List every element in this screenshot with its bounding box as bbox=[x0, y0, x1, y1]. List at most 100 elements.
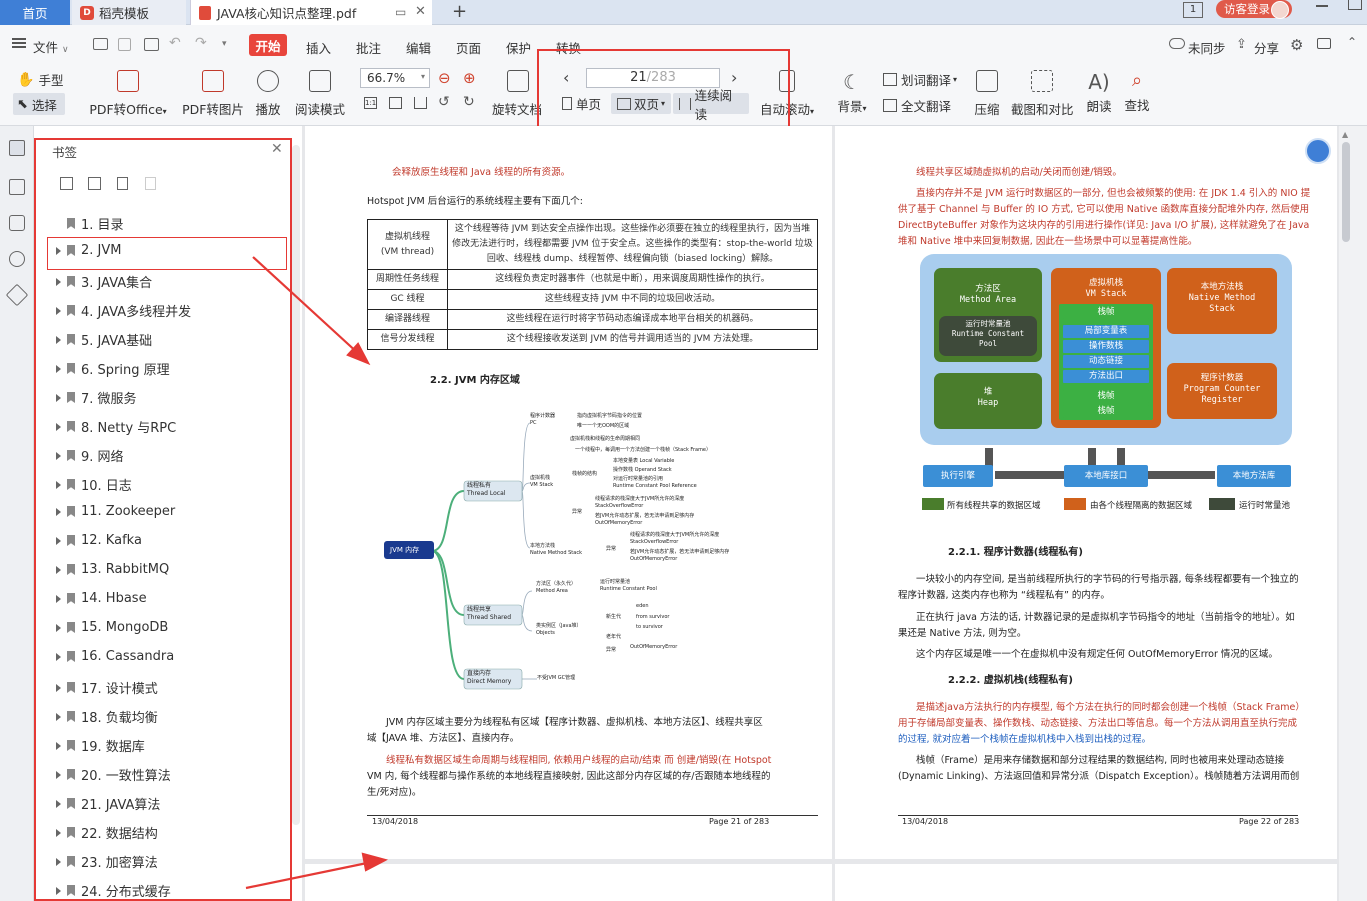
pdf-to-image-button[interactable]: PDF转图片 bbox=[182, 70, 244, 118]
fit-page-icon[interactable] bbox=[389, 97, 402, 109]
mindmap-frame-item: 操作数栈 Operand Stack bbox=[613, 467, 672, 473]
zoom-out-icon[interactable]: ⊖ bbox=[438, 69, 451, 87]
fit-width-icon[interactable] bbox=[414, 97, 427, 109]
rotate-doc-icon bbox=[507, 70, 529, 92]
read-aloud-button[interactable]: A) 朗读 bbox=[1084, 70, 1114, 115]
left-icon-strip bbox=[0, 126, 34, 901]
minimize-icon[interactable] bbox=[1316, 5, 1328, 7]
thumbnail-icon[interactable] bbox=[9, 179, 25, 195]
annotation-highlight-box bbox=[537, 49, 790, 128]
attachment-icon[interactable] bbox=[9, 251, 25, 267]
avatar[interactable] bbox=[1271, 1, 1289, 19]
read-mode-button[interactable]: 阅读模式 bbox=[294, 70, 346, 118]
print-icon[interactable] bbox=[144, 38, 159, 51]
bookmark-scrollbar[interactable] bbox=[292, 145, 300, 825]
table-row: GC 线程 这些线程支持 JVM 中不同的垃圾回收活动。 bbox=[367, 289, 818, 310]
hand-tool[interactable]: ✋ 手型 bbox=[17, 70, 63, 89]
zoom-in-icon[interactable]: ⊕ bbox=[463, 69, 476, 87]
hamburger-icon[interactable] bbox=[12, 38, 26, 48]
native-interface-label: 本地库接口 bbox=[1084, 471, 1128, 481]
tab-restore-icon[interactable]: ▭ bbox=[395, 5, 406, 19]
mindmap-exception-label: 异常 bbox=[572, 509, 583, 515]
word-translate-button[interactable]: 划词翻译 ▾ bbox=[883, 70, 957, 89]
share-button[interactable]: 分享 bbox=[1254, 38, 1279, 57]
page-24 bbox=[835, 864, 1337, 901]
mindmap-heap-exception: 异常 bbox=[606, 647, 617, 653]
legend-swatch-rcp bbox=[1209, 498, 1235, 510]
settings-gear-icon[interactable]: ⚙ bbox=[1290, 36, 1303, 54]
mindmap-frame-item: 对运行时常量池的引用 Runtime Constant Pool Referen… bbox=[613, 476, 697, 489]
hand-icon: ✋ bbox=[17, 71, 35, 88]
table-row: 信号分发线程 这个线程接收发送到 JVM 的信号并调用适当的 JVM 方法处理。 bbox=[367, 329, 818, 350]
menu-edit[interactable]: 编辑 bbox=[406, 38, 431, 57]
full-translate-button[interactable]: 全文翻译 bbox=[883, 96, 951, 115]
feedback-icon[interactable] bbox=[1317, 38, 1331, 49]
actual-size-icon[interactable]: 1:1 bbox=[364, 97, 377, 109]
mindmap-nms-exception: 异常 bbox=[606, 546, 617, 552]
tab-template[interactable]: D 稻壳模板 bbox=[72, 0, 186, 25]
pc-register-box: 程序计数器 Program Counter Register bbox=[1167, 363, 1277, 419]
find-button[interactable]: ⌕ 查找 bbox=[1122, 70, 1152, 114]
text-line: VM 内, 每个线程都与操作系统的本地线程直接映射, 因此这部分内存区域的存/否… bbox=[367, 771, 771, 782]
menu-page[interactable]: 页面 bbox=[456, 38, 481, 57]
select-tool[interactable]: ⬉ 选择 bbox=[13, 93, 65, 115]
annotation-jvm-box bbox=[47, 237, 287, 270]
text-line: 堆和 Native 堆中来回复制数据, 因此在一些场景中可以显著提高性能。 bbox=[898, 236, 1198, 247]
bookmark-panel-icon[interactable] bbox=[9, 140, 25, 156]
open-folder-icon[interactable] bbox=[93, 38, 108, 50]
rotate-left-icon[interactable]: ↺ bbox=[438, 94, 450, 110]
scroll-thumb[interactable] bbox=[1342, 142, 1350, 242]
new-tab-icon[interactable]: + bbox=[452, 1, 467, 22]
tab-home[interactable]: 首页 bbox=[0, 0, 70, 25]
background-button[interactable]: ☾ 背景▾ bbox=[834, 70, 870, 115]
heap-label: 堆 Heap bbox=[977, 387, 999, 408]
rcp-label: 运行时常量池 Runtime Constant Pool bbox=[951, 319, 1025, 348]
menu-protect[interactable]: 保护 bbox=[506, 38, 531, 57]
menu-file-label: 文件 bbox=[33, 40, 59, 55]
heap-box: 堆 Heap bbox=[934, 373, 1042, 429]
tab-close-icon[interactable]: ✕ bbox=[415, 4, 426, 19]
mindmap-frame-label: 栈帧的结构 bbox=[572, 471, 598, 477]
floating-tool-button[interactable] bbox=[1305, 138, 1331, 164]
tab-pdf-document[interactable]: JAVA核心知识点整理.pdf ▭ ✕ bbox=[190, 0, 432, 25]
mindmap-shared-label: 线程共享 Thread Shared bbox=[467, 606, 512, 621]
menu-insert[interactable]: 插入 bbox=[306, 38, 331, 57]
text-line: 的过程, 就对应着一个栈帧在虚拟机栈中入栈到出栈的过程。 bbox=[898, 734, 1152, 745]
cloud-icon bbox=[1169, 38, 1185, 49]
text-line: DirectByteBuffer 对象作为这块内存的引用进行操作(详见: Jav… bbox=[898, 220, 1310, 231]
comment-icon[interactable] bbox=[9, 215, 25, 231]
native-stack-box: 本地方法栈 Native Method Stack bbox=[1167, 268, 1277, 334]
sync-status[interactable]: 未同步 bbox=[1188, 38, 1226, 57]
tab-count-icon[interactable]: 1 bbox=[1183, 2, 1203, 18]
menu-start[interactable]: 开始 bbox=[249, 34, 287, 56]
legend-shared: 所有线程共享的数据区域 bbox=[947, 501, 1041, 511]
save-icon[interactable] bbox=[118, 38, 131, 51]
legend-isolated: 由各个线程隔离的数据区域 bbox=[1090, 501, 1193, 511]
hand-label: 手型 bbox=[38, 73, 64, 88]
mindmap-direct-label: 直接内存 Direct Memory bbox=[467, 670, 512, 685]
zoom-select[interactable]: 66.7% ▾ bbox=[360, 68, 430, 88]
screenshot-compare-button[interactable]: 截图和对比 bbox=[1011, 70, 1074, 118]
collapse-ribbon-icon[interactable]: ⌃ bbox=[1347, 35, 1357, 49]
menu-annotate[interactable]: 批注 bbox=[356, 38, 381, 57]
text-line: 正在执行 java 方法的话, 计数器记录的是虚拟机字节码指令的地址（当前指令的… bbox=[916, 612, 1295, 623]
compress-button[interactable]: 压缩 bbox=[972, 70, 1002, 118]
undo-icon[interactable]: ↶ bbox=[169, 35, 181, 51]
maximize-icon[interactable] bbox=[1348, 0, 1362, 10]
play-button[interactable]: 播放 bbox=[252, 70, 284, 118]
text-line: 这个内存区域是唯一一个在虚拟机中没有规定任何 OutOfMemoryError … bbox=[916, 649, 1278, 660]
mindmap-direct-note: 不受JVM GC管理 bbox=[537, 675, 576, 681]
rotate-label: 旋转文档 bbox=[492, 102, 542, 117]
rotate-right-icon[interactable]: ↻ bbox=[463, 94, 475, 110]
scroll-up-icon[interactable]: ▲ bbox=[1342, 130, 1348, 139]
quick-access-chevron-icon[interactable]: ▾ bbox=[222, 39, 227, 49]
mindmap-nms-item: 线程请求的栈深度大于JVM所允许的深度 StackOverflowError bbox=[630, 532, 720, 545]
menu-edit-label: 编辑 bbox=[406, 41, 432, 56]
redo-icon[interactable]: ↷ bbox=[195, 35, 207, 51]
thread-name-cell: 周期性任务线程 bbox=[367, 269, 448, 290]
mindmap-private-label: 线程私有 Thread Local bbox=[467, 482, 506, 497]
document-vscroll[interactable] bbox=[1339, 126, 1367, 901]
execution-engine-box: 执行引擎 bbox=[923, 465, 993, 487]
menu-file[interactable]: 文件 ∨ bbox=[33, 37, 69, 56]
pdf-to-office-button[interactable]: PDF转Office▾ bbox=[89, 70, 167, 118]
